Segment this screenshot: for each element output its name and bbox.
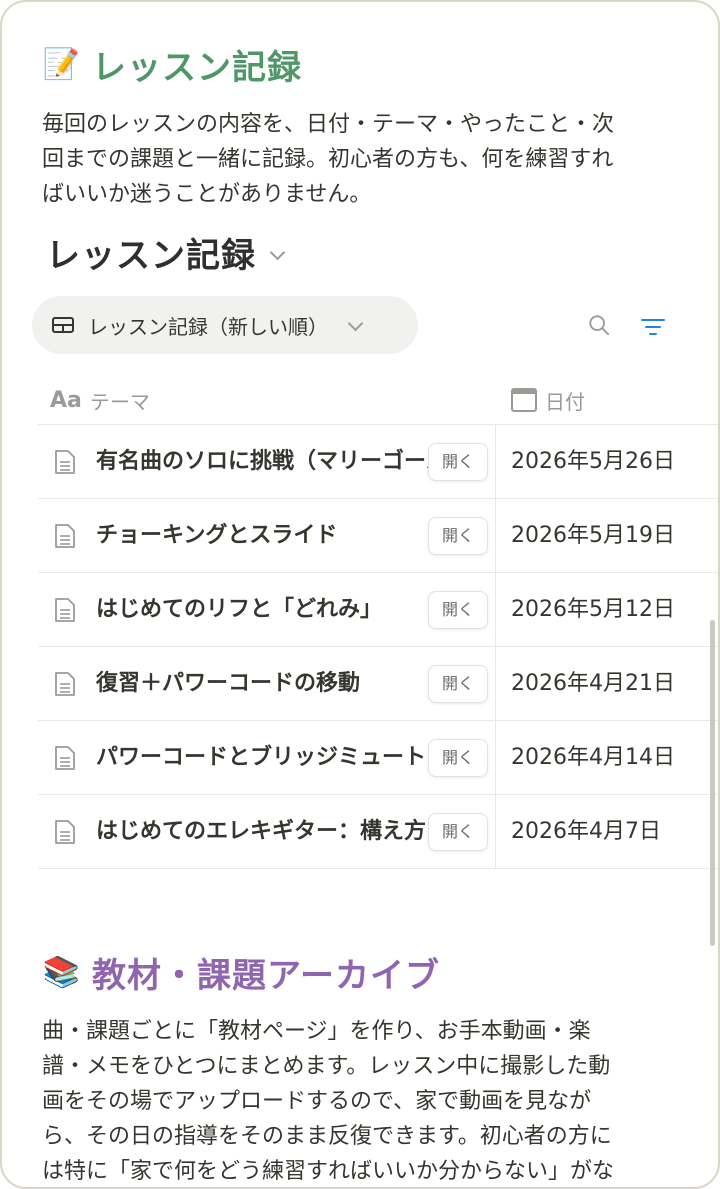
title-cell[interactable]: はじめてのリフと「どれみ」 開く	[38, 573, 496, 646]
row-date[interactable]: 2026年5月19日	[511, 499, 675, 572]
description-line: 毎回のレッスンの内容を、日付・テーマ・やったこと・次	[42, 112, 615, 137]
title-cell[interactable]: はじめてのエレキギター：構え方と弦 開く	[38, 795, 496, 868]
row-title: パワーコードとブリッジミュート	[96, 745, 427, 770]
view-label: レッスン記録（新しい順）	[88, 314, 328, 339]
row-title: 復習＋パワーコードの移動	[96, 671, 361, 696]
column-header-date-label: 日付	[545, 389, 585, 414]
table-row[interactable]: 有名曲のソロに挑戦（マリーゴールド） 開く 2026年5月26日	[38, 425, 718, 499]
column-header-title[interactable]: Aa テーマ	[50, 376, 150, 424]
search-icon[interactable]	[588, 314, 610, 336]
column-header-date[interactable]: 日付	[511, 376, 585, 424]
description-line: ばいいか迷うことがありません。	[42, 182, 372, 207]
row-date[interactable]: 2026年5月26日	[511, 425, 675, 498]
scrollbar[interactable]	[710, 620, 715, 946]
description-line: 回までの課題と一緒に記録。初心者の方も、何を練習すれ	[42, 147, 614, 172]
lesson-log-heading: 📝 レッスン記録	[42, 40, 302, 89]
lesson-log-heading-text: レッスン記録	[92, 48, 302, 88]
row-title: チョーキングとスライド	[96, 523, 338, 548]
database-title[interactable]: レッスン記録	[46, 228, 286, 277]
page-icon	[55, 746, 75, 770]
page-icon	[55, 450, 75, 474]
filter-icon[interactable]	[640, 316, 666, 338]
row-date[interactable]: 2026年4月7日	[511, 795, 661, 868]
materials-archive-heading-text: 教材・課題アーカイブ	[92, 956, 440, 996]
description-line: ら、その日の指導をそのまま反復できます。初心者の方に	[42, 1124, 612, 1149]
row-date[interactable]: 2026年4月14日	[511, 721, 675, 794]
row-title: はじめてのエレキギター：構え方と弦	[96, 819, 471, 844]
calendar-icon	[511, 388, 537, 412]
title-cell[interactable]: チョーキングとスライド 開く	[38, 499, 496, 572]
materials-archive-description: 曲・課題ごとに「教材ページ」を作り、お手本動画・楽 譜・メモをひとつにまとめます…	[42, 1014, 682, 1187]
page-icon	[55, 820, 75, 844]
open-button[interactable]: 開く	[428, 665, 488, 703]
description-line: 画をその場でアップロードするので、家で動画を見なが	[42, 1089, 592, 1114]
title-cell[interactable]: 有名曲のソロに挑戦（マリーゴールド） 開く	[38, 425, 496, 498]
open-button[interactable]: 開く	[428, 591, 488, 629]
row-date[interactable]: 2026年5月12日	[511, 573, 675, 646]
chevron-down-icon	[269, 244, 286, 261]
open-button[interactable]: 開く	[428, 739, 488, 777]
table-row[interactable]: パワーコードとブリッジミュート 開く 2026年4月14日	[38, 721, 718, 795]
row-title: はじめてのリフと「どれみ」	[96, 597, 383, 622]
page-icon	[55, 598, 75, 622]
materials-archive-heading: 📚 教材・課題アーカイブ	[42, 948, 440, 997]
database-title-text: レッスン記録	[46, 236, 256, 276]
page-icon	[55, 672, 75, 696]
view-selector[interactable]: レッスン記録（新しい順）	[32, 296, 418, 354]
column-header-title-label: テーマ	[89, 389, 150, 414]
row-date[interactable]: 2026年4月21日	[511, 647, 675, 720]
table-icon	[52, 317, 74, 333]
chevron-down-icon	[347, 315, 364, 331]
memo-icon: 📝	[42, 47, 82, 82]
table-row[interactable]: はじめてのリフと「どれみ」 開く 2026年5月12日	[38, 573, 718, 647]
description-line: は特に「家で何をどう練習すればいいか分からない」がな	[42, 1159, 615, 1184]
title-cell[interactable]: パワーコードとブリッジミュート 開く	[38, 721, 496, 794]
open-button[interactable]: 開く	[428, 443, 488, 481]
description-line: 曲・課題ごとに「教材ページ」を作り、お手本動画・楽	[42, 1019, 591, 1044]
description-line: 譜・メモをひとつにまとめます。レッスン中に撮影した動	[42, 1054, 611, 1079]
open-button[interactable]: 開く	[428, 813, 488, 851]
lesson-log-description: 毎回のレッスンの内容を、日付・テーマ・やったこと・次 回までの課題と一緒に記録。…	[42, 107, 682, 212]
text-property-icon: Aa	[50, 387, 82, 413]
page-frame: 📝 レッスン記録 毎回のレッスンの内容を、日付・テーマ・やったこと・次 回までの…	[0, 0, 720, 1189]
title-cell[interactable]: 復習＋パワーコードの移動 開く	[38, 647, 496, 720]
table-row[interactable]: はじめてのエレキギター：構え方と弦 開く 2026年4月7日	[38, 795, 718, 869]
page-icon	[55, 524, 75, 548]
open-button[interactable]: 開く	[428, 517, 488, 555]
table-row[interactable]: 復習＋パワーコードの移動 開く 2026年4月21日	[38, 647, 718, 721]
table-row[interactable]: チョーキングとスライド 開く 2026年5月19日	[38, 499, 718, 573]
books-icon: 📚	[42, 955, 82, 990]
